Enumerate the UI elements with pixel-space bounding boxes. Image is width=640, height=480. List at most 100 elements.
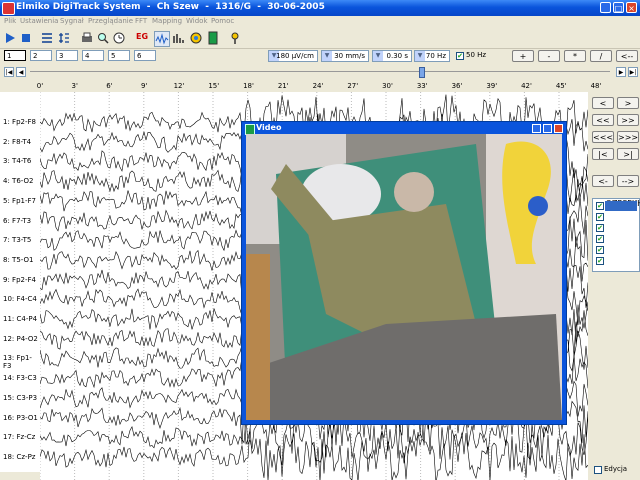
nav-button[interactable]: --> <box>617 175 639 187</box>
notch-checkbox[interactable]: ✔ <box>456 52 464 60</box>
hf-filter-select[interactable]: ▼ 70 Hz <box>414 50 450 62</box>
scroll-end-button[interactable]: ▶| <box>628 67 638 77</box>
edit-label: Edycja <box>604 465 628 473</box>
toolbar: EG <box>0 28 640 49</box>
montage-checkbox[interactable]: ✔ <box>596 213 604 221</box>
time-axis: |◀ ◀ ▶ ▶| 0' 3' 6' 9' 12' 15' 18' 21' 24' 27' 30' 3… <box>0 66 640 92</box>
channels-icon[interactable] <box>40 31 54 45</box>
menu-przegladanie[interactable]: Przeglądanie <box>88 17 133 25</box>
scroll-left-button[interactable]: ◀ <box>16 67 26 77</box>
page-tab-1[interactable]: 1 <box>4 50 26 61</box>
time-tick-label: 36' <box>451 82 463 90</box>
time-slider-track[interactable] <box>30 71 610 72</box>
time-tick-label: 12' <box>173 82 185 90</box>
time-constant-select[interactable]: ▼ 0.30 s <box>372 50 412 62</box>
nav-button[interactable]: << <box>592 114 614 126</box>
page-tab-2[interactable]: 2 <box>30 50 52 61</box>
menu-plik[interactable]: Plik <box>4 17 16 25</box>
menu-mapping[interactable]: Mapping <box>152 17 182 25</box>
page-tab-4[interactable]: 4 <box>82 50 104 61</box>
page-tab-6[interactable]: 6 <box>134 50 156 61</box>
waveform-icon[interactable] <box>154 31 170 47</box>
decrease-button[interactable]: - <box>538 50 560 62</box>
nav-button[interactable]: >> <box>617 114 639 126</box>
sensitivity-select[interactable]: ▼ 180 µV/cm <box>268 50 318 62</box>
montage-checkbox[interactable]: ✔ <box>596 202 604 210</box>
channel-label: 11: C4-P4 <box>3 315 38 323</box>
video-title: Video <box>256 123 282 132</box>
back-button[interactable]: <-- <box>616 50 638 62</box>
scroll-start-button[interactable]: |◀ <box>4 67 14 77</box>
montage-checkbox[interactable]: ✔ <box>596 235 604 243</box>
right-panel: <><<>><<<>>>|<>| <---> ✔OO✔OZ✔PS✔FK✔HV+✔H… <box>588 92 640 480</box>
video-close-button[interactable] <box>554 124 563 133</box>
time-tick-label: 0' <box>36 82 44 90</box>
channel-label: 1: Fp2-F8 <box>3 118 36 126</box>
channel-label: 10: F4-C4 <box>3 295 37 304</box>
nav-button[interactable]: <- <box>592 175 614 187</box>
channel-label: 9: Fp2-F4 <box>3 275 36 284</box>
channel-label: 17: Fz-Cz <box>3 433 36 442</box>
speed-value: 30 mm/s <box>334 52 365 60</box>
time-tick-label: 24' <box>312 82 324 90</box>
menu-widok[interactable]: Widok <box>186 17 208 25</box>
channel-label: 8: T5-O1 <box>3 255 34 264</box>
nav-button[interactable]: > <box>617 97 639 109</box>
nav-button[interactable]: < <box>592 97 614 109</box>
print-icon[interactable] <box>80 31 94 45</box>
multiply-button[interactable]: * <box>564 50 586 62</box>
time-tick-label: 9' <box>141 82 148 90</box>
menu-fft[interactable]: FFT <box>135 17 147 25</box>
time-tick-label: 42' <box>521 82 532 90</box>
channel-label: 6: F7-T3 <box>3 216 32 225</box>
maximize-button[interactable]: □ <box>613 2 624 13</box>
channel-label: 2: F8-T4 <box>3 137 32 146</box>
montage-checkbox[interactable]: ✔ <box>596 224 604 232</box>
menu-sygnal[interactable]: Sygnał <box>60 17 84 25</box>
video-icon[interactable] <box>206 31 220 45</box>
map-icon[interactable] <box>189 31 203 45</box>
chevron-down-icon: ▼ <box>322 51 332 61</box>
channel-label: 16: P3-O1 <box>3 413 38 422</box>
eg-button[interactable]: EG <box>136 32 148 41</box>
montage-checkbox[interactable]: ✔ <box>596 246 604 254</box>
increase-button[interactable]: + <box>512 50 534 62</box>
help-icon[interactable] <box>228 31 242 45</box>
menu-pomoc[interactable]: Pomoc <box>211 17 234 25</box>
channel-label: 4: T6-O2 <box>3 177 34 186</box>
app-icon[interactable] <box>2 2 15 15</box>
minimize-button[interactable]: _ <box>600 2 611 13</box>
zoom-icon[interactable] <box>96 31 110 45</box>
time-tick-label: 45' <box>555 82 567 90</box>
close-button[interactable]: × <box>626 2 637 13</box>
divide-button[interactable]: / <box>590 50 612 62</box>
nav-button[interactable]: |< <box>592 148 614 160</box>
nav-button[interactable]: <<< <box>592 131 614 143</box>
nav-button[interactable]: >| <box>617 148 639 160</box>
channel-label-column: 1: Fp2-F8 2: F8-T4 3: T4-T6 4: T6-O2 5: Fp1-… <box>0 92 40 472</box>
video-minimize-button[interactable] <box>532 124 541 133</box>
page-tab-5[interactable]: 5 <box>108 50 130 61</box>
clock-icon[interactable] <box>112 31 126 45</box>
menu-ustawienia[interactable]: Ustawienia <box>20 17 58 25</box>
control-row: 1 2 3 4 5 6 ▼ 180 µV/cm ▼ 30 mm/s ▼ 0.30… <box>0 48 640 64</box>
time-slider-thumb[interactable] <box>418 67 425 78</box>
play-icon[interactable] <box>3 31 17 45</box>
channel-label: 5: Fp1-F7 <box>3 196 36 205</box>
time-tick-label: 30' <box>382 82 393 90</box>
speed-select[interactable]: ▼ 30 mm/s <box>321 50 369 62</box>
montage-checkbox[interactable]: ✔ <box>596 257 604 265</box>
video-maximize-button[interactable] <box>543 124 552 133</box>
montage-icon[interactable] <box>57 31 71 45</box>
spectrum-icon[interactable] <box>172 31 186 45</box>
time-tick-label: 27' <box>347 82 359 90</box>
page-tab-3[interactable]: 3 <box>56 50 78 61</box>
scroll-right-button[interactable]: ▶ <box>616 67 626 77</box>
time-tick-label: 48' <box>590 82 602 90</box>
sensitivity-value: 180 µV/cm <box>276 52 314 60</box>
edit-checkbox[interactable] <box>594 466 602 474</box>
stop-icon[interactable] <box>19 31 33 45</box>
nav-button[interactable]: >>> <box>617 131 639 143</box>
window-title: Elmiko DigiTrack System - Ch Szew - 1316… <box>16 2 325 12</box>
video-window[interactable]: Video <box>241 121 567 425</box>
